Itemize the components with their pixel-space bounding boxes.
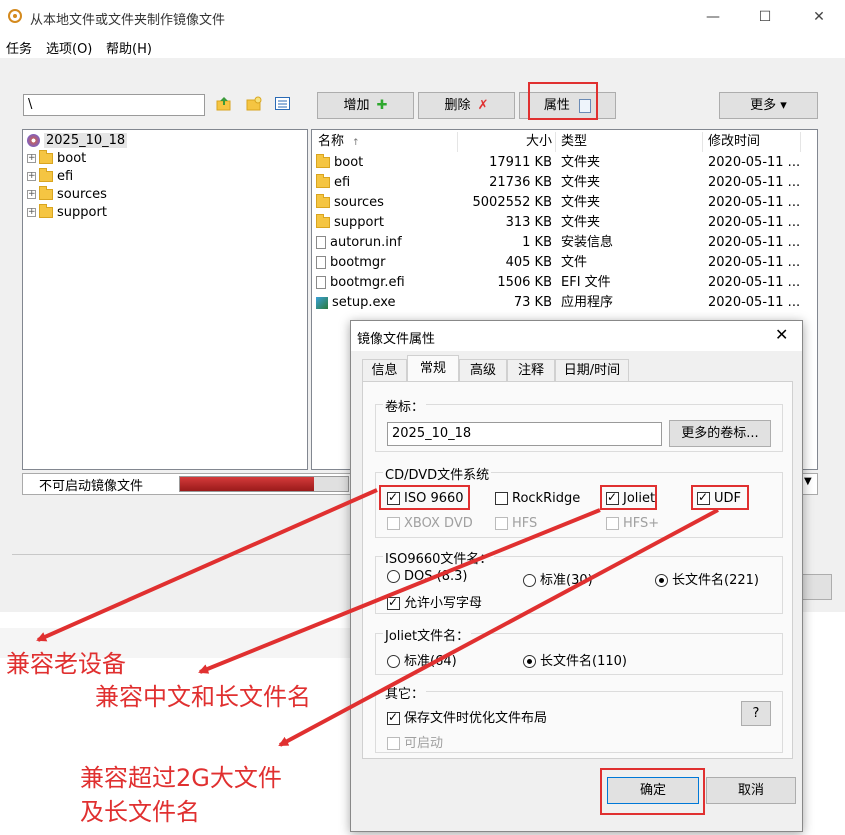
- annotation-large-files-line2: 及长文件名: [80, 798, 200, 826]
- annotation-old-devices: 兼容老设备: [6, 650, 126, 678]
- annotation-chinese-long: 兼容中文和长文件名: [95, 683, 311, 711]
- arrow-chinese-long: [198, 508, 601, 674]
- arrow-old-devices: [36, 488, 378, 642]
- arrow-large-files: [278, 508, 719, 747]
- annotation-large-files-line1: 兼容超过2G大文件: [80, 764, 282, 792]
